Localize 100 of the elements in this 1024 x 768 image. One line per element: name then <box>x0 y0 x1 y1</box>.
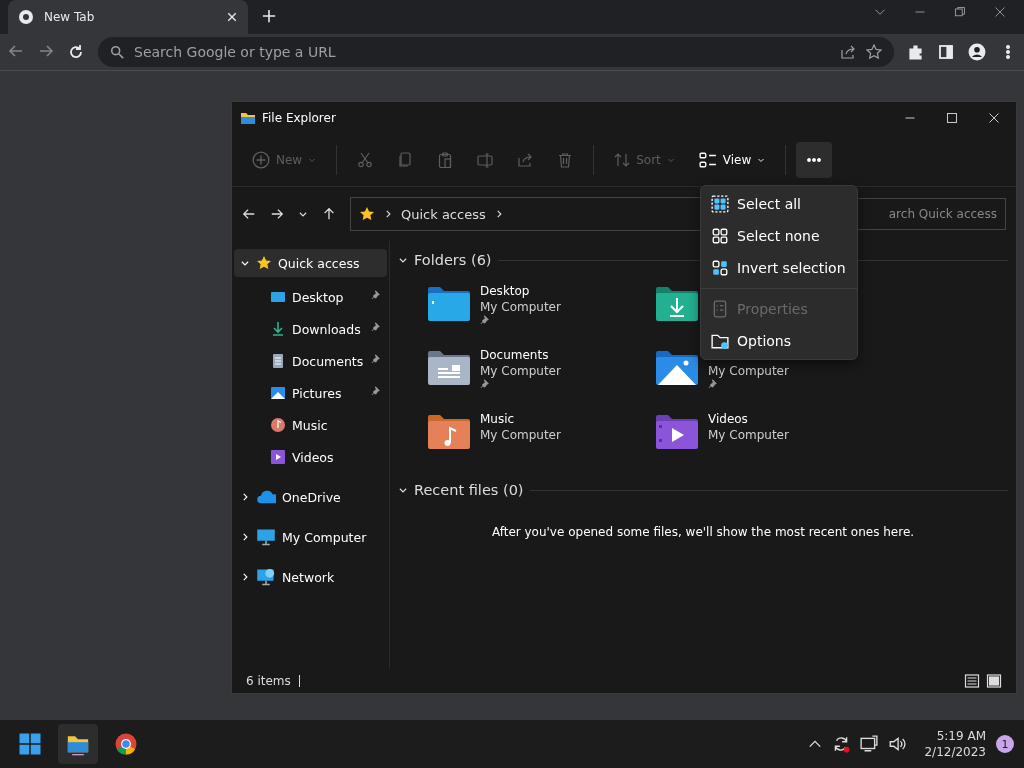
close-icon <box>226 11 238 23</box>
file-explorer-taskbar-button[interactable] <box>58 724 98 764</box>
nav-item[interactable]: Pictures <box>234 377 387 409</box>
up-icon <box>322 207 336 221</box>
nav-item[interactable]: Desktop <box>234 281 387 313</box>
browser-logo-icon <box>18 9 34 25</box>
share-icon <box>840 44 856 60</box>
folder-location: My Computer <box>480 299 561 315</box>
monitor-icon <box>256 527 276 547</box>
search-placeholder: arch Quick access <box>888 207 997 221</box>
breadcrumb: Quick access <box>401 206 486 222</box>
pin-icon <box>371 353 383 366</box>
window-title: File Explorer <box>262 111 336 125</box>
chevron-right-icon <box>240 532 250 542</box>
folder-location: My Computer <box>708 363 789 379</box>
nav-item[interactable]: Documents <box>234 345 387 377</box>
nav-item[interactable]: Downloads <box>234 313 387 345</box>
side-panel-icon <box>938 44 954 60</box>
back-icon <box>242 207 256 221</box>
view-button[interactable]: View <box>688 142 776 178</box>
picture-icon <box>270 385 286 401</box>
notification-badge[interactable]: 1 <box>996 735 1014 753</box>
folder-location: My Computer <box>708 427 789 443</box>
pin-icon <box>480 315 492 327</box>
star-icon <box>359 206 375 222</box>
chevron-down-icon <box>757 156 766 164</box>
folder-name: Desktop <box>480 283 531 299</box>
item-count: 6 items <box>246 674 291 688</box>
invert-selection-icon <box>711 259 729 277</box>
chevron-down-icon <box>308 156 317 164</box>
add-icon <box>252 151 270 169</box>
desktop-icon <box>270 289 286 305</box>
rename-icon <box>477 152 494 168</box>
pin-icon <box>480 379 492 391</box>
pin-icon <box>708 379 720 391</box>
more-button[interactable] <box>796 142 833 178</box>
document-icon <box>270 353 286 369</box>
download-icon <box>270 321 286 337</box>
back-icon <box>8 42 24 59</box>
sort-icon <box>614 152 631 168</box>
folder-name: Music <box>480 411 516 427</box>
folder-name: Videos <box>708 411 749 427</box>
folder-icon <box>240 110 256 126</box>
nav-item[interactable]: Music <box>234 409 387 441</box>
nav-item[interactable]: My Computer <box>234 523 387 551</box>
folder-item[interactable]: Documents My Computer <box>426 347 561 401</box>
copy-icon <box>397 152 414 168</box>
network-icon <box>256 567 276 587</box>
details-view-icon <box>964 673 980 689</box>
maximize-icon <box>946 112 958 124</box>
address-placeholder: Search Google or type a URL <box>134 44 337 60</box>
list-view-icon <box>698 151 717 169</box>
select-all-icon <box>711 195 729 213</box>
folder-settings-icon <box>711 332 729 350</box>
pin-icon <box>371 289 383 302</box>
folder-name: Documents <box>480 347 550 363</box>
folder-item[interactable]: Videos My Computer <box>654 411 789 465</box>
reload-icon <box>68 44 84 60</box>
nav-item[interactable]: Quick access <box>234 249 387 277</box>
volume-icon <box>888 735 907 753</box>
bookmark-star-icon <box>866 44 882 60</box>
clock-time: 5:19 AM <box>936 728 986 744</box>
clipboard-icon <box>437 152 454 168</box>
tiles-view-icon <box>986 673 1002 689</box>
folder-item[interactable]: Desktop My Computer <box>426 283 561 337</box>
empty-message: After you've opened some files, we'll show the most recent ones here. <box>491 525 915 539</box>
chevron-right-icon <box>383 209 393 219</box>
chevron-down-icon <box>666 156 675 164</box>
folder-item[interactable]: Music My Computer <box>426 411 561 465</box>
tab-title: New Tab <box>44 10 96 24</box>
close-icon <box>994 6 1006 18</box>
new-tab-icon <box>262 9 276 23</box>
star-icon <box>256 255 272 271</box>
video-icon <box>270 449 286 465</box>
nav-item[interactable]: OneDrive <box>234 483 387 511</box>
search-field[interactable]: arch Quick access <box>856 198 1006 230</box>
address-bar[interactable]: Search Google or type a URL <box>98 37 894 67</box>
profile-icon <box>968 43 986 61</box>
section-title: Folders (6) <box>414 252 492 268</box>
chevron-down-icon <box>240 258 250 268</box>
clock-date: 2/12/2023 <box>924 744 986 760</box>
windows-logo-icon <box>18 732 42 756</box>
recent-locations-icon <box>298 209 308 219</box>
folder-location: My Computer <box>480 427 561 443</box>
nav-item[interactable]: Network <box>234 563 387 591</box>
nav-item[interactable]: Videos <box>234 441 387 473</box>
extensions-icon <box>908 44 924 60</box>
music-icon <box>270 417 286 433</box>
chevron-down-icon <box>398 485 408 495</box>
select-none-icon <box>711 227 729 245</box>
close-icon <box>988 112 1000 124</box>
forward-icon <box>270 207 284 221</box>
chevron-right-icon <box>240 492 250 502</box>
browser-tab[interactable]: New Tab <box>8 0 248 34</box>
menu-item[interactable]: Invert selection <box>701 252 857 284</box>
scissors-icon <box>357 152 374 168</box>
chevron-down-icon <box>398 255 408 265</box>
menu-item[interactable]: Options <box>701 325 857 357</box>
trash-icon <box>557 152 574 168</box>
folder-location: My Computer <box>480 363 561 379</box>
